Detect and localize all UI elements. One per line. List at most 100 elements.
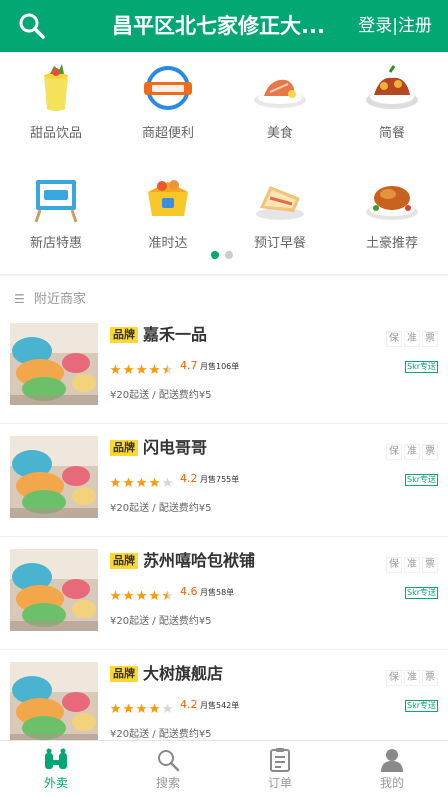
shop-name: 嘉禾一品 xyxy=(143,325,208,344)
brand-badge: 品牌 xyxy=(110,553,138,569)
shop-thumbnail xyxy=(10,323,98,405)
rating-value: 4.2 xyxy=(180,472,198,485)
ontime-icon xyxy=(138,172,198,224)
delivery-fee: ¥20起送 / 配送费约¥5 xyxy=(110,390,212,401)
category-item[interactable]: 商超便利 xyxy=(112,52,224,162)
monthly-sales: 月售106单 xyxy=(200,362,240,371)
star-full-icon xyxy=(136,360,147,375)
monthly-sales: 月售58单 xyxy=(200,588,235,597)
service-tag: 票 xyxy=(422,557,438,573)
star-rating xyxy=(110,473,175,488)
category-item[interactable]: 美食 xyxy=(224,52,336,162)
star-full-icon xyxy=(149,360,160,375)
service-tag: 票 xyxy=(422,331,438,347)
nav-order[interactable]: 订单 xyxy=(224,741,336,797)
brand-badge: 品牌 xyxy=(110,440,138,456)
nav-label: 我的 xyxy=(379,776,404,790)
bottom-nav: 外卖 搜索 订单 我的 xyxy=(0,740,448,797)
pagination-dot[interactable] xyxy=(225,251,233,259)
shop-thumbnail xyxy=(10,662,98,744)
service-tag: 准 xyxy=(404,557,420,573)
category-label: 美食 xyxy=(266,126,293,141)
rating-value: 4.2 xyxy=(180,698,198,711)
star-full-icon xyxy=(149,586,160,601)
pagination-dot-active[interactable] xyxy=(211,251,219,259)
delivery-fee: ¥20起送 / 配送费约¥5 xyxy=(110,616,212,627)
meal-icon xyxy=(362,62,422,114)
service-tag: 保 xyxy=(386,670,402,686)
category-item[interactable]: 简餐 xyxy=(336,52,448,162)
star-full-icon xyxy=(110,473,121,488)
carousel-pagination xyxy=(211,244,239,259)
star-rating xyxy=(110,360,175,375)
service-tag: 准 xyxy=(404,331,420,347)
star-empty-icon xyxy=(162,473,173,488)
category-label: 预订早餐 xyxy=(253,236,306,251)
nav-label: 搜索 xyxy=(155,776,180,790)
star-full-icon xyxy=(123,699,134,714)
star-full-icon xyxy=(110,586,121,601)
category-item[interactable]: 甜品饮品 xyxy=(0,52,112,162)
category-label: 准时达 xyxy=(148,236,188,251)
star-full-icon xyxy=(123,473,134,488)
monthly-sales: 月售542单 xyxy=(200,701,240,710)
service-tags: 保准票 xyxy=(384,439,438,460)
category-item[interactable]: 准时达 xyxy=(112,162,224,272)
brand-badge: 品牌 xyxy=(110,327,138,343)
service-tag: 准 xyxy=(404,444,420,460)
shop-item[interactable]: 品牌 嘉禾一品 保准票 4.7 月售106单 Skr专送 ¥20起送 / 配送费约¥5 xyxy=(0,311,448,424)
drink-icon xyxy=(26,62,86,114)
nav-takeout[interactable]: 外卖 xyxy=(0,741,112,797)
nav-label: 订单 xyxy=(267,776,292,790)
service-tag: 票 xyxy=(422,670,438,686)
star-full-icon xyxy=(136,586,147,601)
shop-item[interactable]: 品牌 闪电哥哥 保准票 4.2 月售755单 Skr专送 ¥20起送 / 配送费约¥5 xyxy=(0,424,448,537)
rating-value: 4.6 xyxy=(180,585,198,598)
star-half-icon xyxy=(162,360,173,375)
star-full-icon xyxy=(110,360,121,375)
profile-icon xyxy=(379,747,405,773)
shop-thumbnail xyxy=(10,549,98,631)
service-tag: 保 xyxy=(386,444,402,460)
category-item[interactable]: 预订早餐 xyxy=(224,162,336,272)
section-divider xyxy=(0,274,448,276)
login-register-link[interactable]: 登录|注册 xyxy=(358,15,432,37)
takeout-icon xyxy=(43,747,69,773)
breakfast-icon xyxy=(250,172,310,224)
location-title[interactable]: 昌平区北七家修正大... xyxy=(112,12,328,40)
star-half-icon xyxy=(162,586,173,601)
shop-name: 苏州嘻哈包袱铺 xyxy=(143,551,256,570)
brand-badge: 品牌 xyxy=(110,666,138,682)
star-full-icon xyxy=(123,586,134,601)
star-full-icon xyxy=(136,699,147,714)
star-full-icon xyxy=(136,473,147,488)
shop-thumbnail xyxy=(10,436,98,518)
star-empty-icon xyxy=(162,699,173,714)
category-carousel[interactable]: 甜品饮品 商超便利 美食 简餐 新店特惠 准时达 预订早餐 土豪推荐 xyxy=(0,52,448,274)
search-icon[interactable] xyxy=(18,12,46,40)
service-tag: 保 xyxy=(386,557,402,573)
order-icon xyxy=(267,747,293,773)
nav-label: 外卖 xyxy=(43,776,68,790)
service-tags: 保准票 xyxy=(384,665,438,686)
service-tag: 准 xyxy=(404,670,420,686)
category-label: 商超便利 xyxy=(141,126,194,141)
service-tag: 票 xyxy=(422,444,438,460)
supermarket-icon xyxy=(138,62,198,114)
delivery-fee: ¥20起送 / 配送费约¥5 xyxy=(110,503,212,514)
search-icon xyxy=(155,747,181,773)
category-label: 甜品饮品 xyxy=(29,126,82,141)
star-full-icon xyxy=(149,699,160,714)
nav-profile[interactable]: 我的 xyxy=(336,741,448,797)
service-tags: 保准票 xyxy=(384,552,438,573)
nearby-title: 附近商家 xyxy=(34,292,87,307)
delivery-badge: Skr专送 xyxy=(405,361,438,373)
category-item[interactable]: 新店特惠 xyxy=(0,162,112,272)
category-item[interactable]: 土豪推荐 xyxy=(336,162,448,272)
list-icon: ☰ xyxy=(14,292,25,306)
header-bar: 昌平区北七家修正大... 登录|注册 xyxy=(0,0,448,52)
shop-item[interactable]: 品牌 苏州嘻哈包袱铺 保准票 4.6 月售58单 Skr专送 ¥20起送 / 配送费约¥5 xyxy=(0,537,448,650)
newstore-icon xyxy=(26,172,86,224)
nav-search[interactable]: 搜索 xyxy=(112,741,224,797)
delivery-badge: Skr专送 xyxy=(405,474,438,486)
